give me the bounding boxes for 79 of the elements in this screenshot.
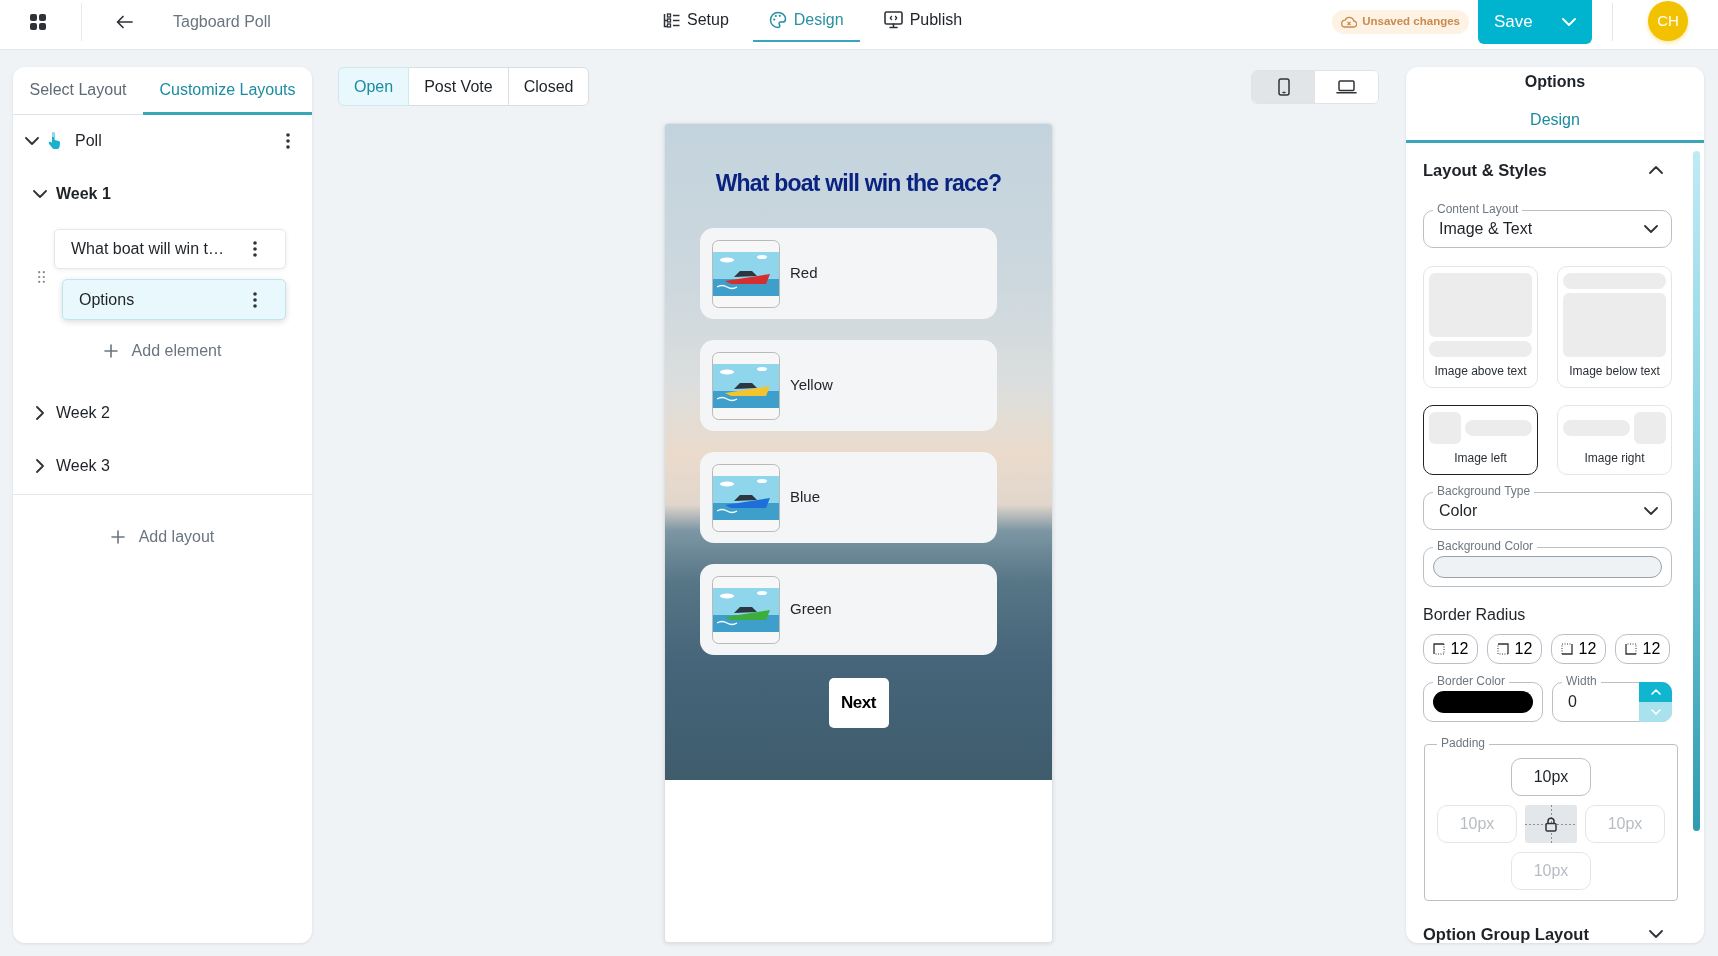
state-tab[interactable]: Open <box>338 67 410 106</box>
state-tab[interactable]: Post Vote <box>408 67 509 106</box>
panel-title: Options <box>1523 72 1587 92</box>
plus-icon <box>110 530 125 544</box>
padding-lock-button[interactable] <box>1525 805 1577 843</box>
drag-handle-icon[interactable] <box>37 271 45 283</box>
color-swatch[interactable] <box>1433 556 1662 578</box>
tree-item-label[interactable]: Week 1 <box>56 182 111 206</box>
tree-item-label[interactable]: Week 3 <box>56 454 110 478</box>
state-tab[interactable]: Closed <box>507 67 590 106</box>
chevron-right-icon[interactable] <box>36 459 44 473</box>
checklist-icon <box>663 12 680 28</box>
poll-option-card[interactable]: Green <box>700 564 997 655</box>
corner-radius-input[interactable]: 12 <box>1487 634 1542 664</box>
layout-option[interactable]: Image below text <box>1557 266 1672 388</box>
field-label: Content Layout <box>1433 202 1523 216</box>
next-button[interactable]: Next <box>828 678 889 728</box>
corner-radius-input[interactable]: 12 <box>1551 634 1606 664</box>
color-swatch[interactable] <box>1433 691 1533 713</box>
chevron-down-icon[interactable] <box>1649 930 1663 938</box>
section-title[interactable]: Option Group Layout <box>1423 921 1589 943</box>
chevron-down-icon[interactable] <box>25 137 39 145</box>
corner-radius-input[interactable]: 12 <box>1615 634 1670 664</box>
layout-element-item[interactable]: What boat will win t… <box>54 229 286 269</box>
corner-radius-icon <box>1624 643 1637 655</box>
caret-down-icon <box>1650 709 1661 715</box>
chevron-down-icon <box>1644 507 1658 515</box>
apps-grid-icon[interactable] <box>30 14 46 30</box>
corner-radius-icon <box>1496 643 1509 655</box>
chevron-down-icon <box>1562 18 1576 26</box>
more-options-icon[interactable] <box>286 133 290 149</box>
add-element-button[interactable]: Add element <box>103 339 222 363</box>
caret-up-icon <box>1650 689 1661 695</box>
field-label: Padding <box>1437 736 1490 750</box>
corner-radius-input[interactable]: 12 <box>1423 634 1478 664</box>
scrollbar[interactable] <box>1693 151 1700 831</box>
panel-tab[interactable]: Customize Layouts <box>143 67 312 115</box>
device-button[interactable] <box>1252 71 1315 103</box>
layout-option[interactable]: Image above text <box>1423 266 1538 388</box>
pointing-hand-icon <box>48 132 61 150</box>
panel-tab[interactable]: Select Layout <box>13 67 143 115</box>
field-label: Border Color <box>1433 674 1510 688</box>
layout-option[interactable]: Image left <box>1423 405 1538 475</box>
chevron-down-icon[interactable] <box>33 190 47 198</box>
field-label: Width <box>1562 674 1601 688</box>
padding-input[interactable]: 10px <box>1511 758 1591 796</box>
status-text: Unsaved changes <box>1362 14 1460 30</box>
nav-tab[interactable]: Setup <box>647 0 745 42</box>
chevron-right-icon[interactable] <box>36 406 44 420</box>
mobile-phone-icon <box>1277 78 1290 96</box>
palette-icon <box>768 11 787 29</box>
section-title[interactable]: Layout & Styles <box>1423 157 1547 183</box>
plus-icon <box>103 344 118 358</box>
project-title: Tagboard Poll <box>173 12 271 32</box>
layout-option[interactable]: Image right <box>1557 405 1672 475</box>
chevron-down-icon <box>1644 225 1658 233</box>
corner-radius-icon <box>1432 643 1445 655</box>
chevron-up-icon[interactable] <box>1649 166 1663 174</box>
field-label: Background Type <box>1433 484 1535 498</box>
more-options-icon[interactable] <box>253 291 257 308</box>
tree-item-label[interactable]: Week 2 <box>56 401 110 425</box>
tree-item-label[interactable]: Poll <box>75 129 102 153</box>
nav-tab[interactable]: Publish <box>867 0 979 42</box>
field-label: Background Color <box>1433 539 1538 553</box>
poll-option-card[interactable]: Red <box>700 228 997 319</box>
poll-option-card[interactable]: Yellow <box>700 340 997 431</box>
back-arrow-icon[interactable] <box>116 15 133 29</box>
nav-tab[interactable]: Design <box>752 0 860 42</box>
poll-question: What boat will win the race? <box>715 169 1002 198</box>
field-label: Border Radius <box>1423 605 1527 625</box>
add-layout-button[interactable]: Add layout <box>110 525 215 549</box>
poll-option-card[interactable]: Blue <box>700 452 997 543</box>
cloud-icon <box>1341 16 1358 28</box>
panel-tab[interactable]: Design <box>1406 100 1704 143</box>
laptop-icon <box>1336 80 1357 94</box>
more-options-icon[interactable] <box>253 241 257 257</box>
corner-radius-icon <box>1560 643 1573 655</box>
monitor-icon <box>883 11 903 29</box>
layout-element-item[interactable]: Options <box>62 279 286 320</box>
